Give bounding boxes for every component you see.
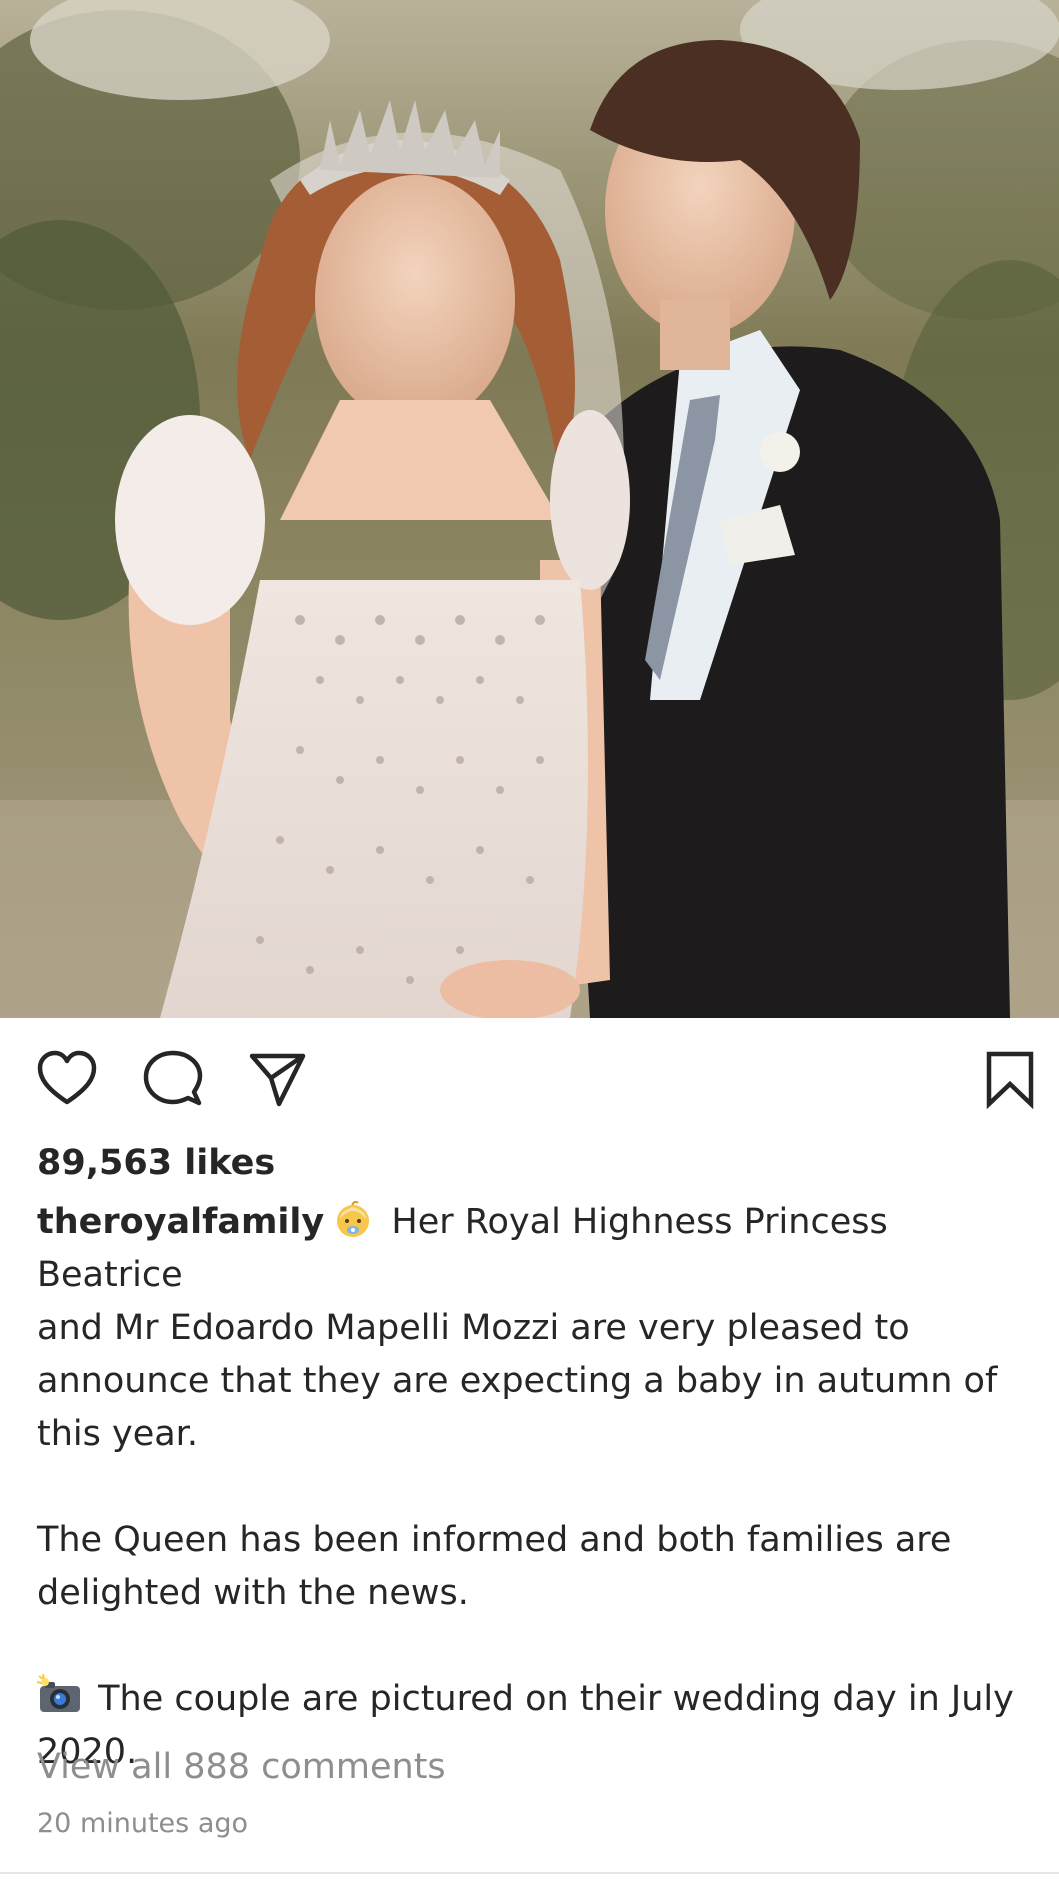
post-timestamp: 20 minutes ago [37,1808,249,1839]
view-all-comments-link[interactable]: View all 888 comments [37,1744,446,1790]
post-caption: theroyalfamily Her Royal Highness Prince… [36,1196,1037,1779]
divider [0,1872,1059,1874]
caption-line: theroyalfamily Her Royal Highness Prince… [37,1196,1037,1302]
post-photo[interactable] [0,0,1059,1018]
bookmark-outline-icon[interactable] [979,1048,1041,1110]
paper-plane-icon[interactable] [246,1048,308,1110]
caption-username[interactable]: theroyalfamily [37,1202,324,1242]
wedding-photo-illustration [0,0,1059,1018]
baby-emoji-icon [330,1197,376,1239]
heart-outline-icon[interactable] [36,1048,98,1110]
caption-line: this year. [37,1414,198,1454]
caption-line: announce that they are expecting a baby … [37,1361,998,1401]
caption-line: The couple are pictured on their wedding… [36,1673,1037,1726]
caption-line: The Queen has been informed and both fam… [37,1520,952,1560]
post-action-bar [0,1018,1059,1138]
caption-text: The couple are pictured on their wedding… [87,1679,1014,1719]
likes-count[interactable]: 89,563 likes [37,1140,275,1186]
comment-bubble-icon[interactable] [142,1048,204,1110]
caption-line: and Mr Edoardo Mapelli Mozzi are very pl… [37,1308,910,1348]
caption-line: delighted with the news. [37,1573,469,1613]
camera-with-flash-icon [36,1673,83,1716]
instagram-post: 89,563 likes theroyalfamily Her Royal Hi… [0,0,1059,1884]
